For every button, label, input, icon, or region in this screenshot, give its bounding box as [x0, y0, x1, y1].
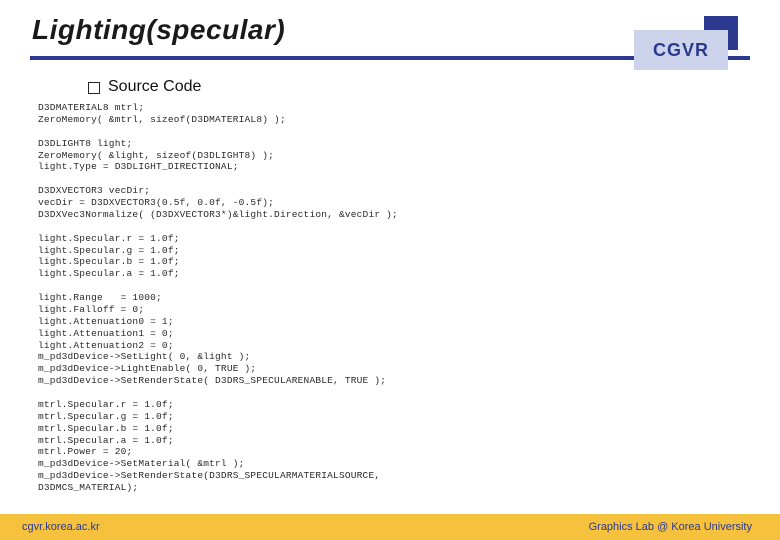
- badge-text: CGVR: [653, 40, 709, 61]
- footer-bar: cgvr.korea.ac.kr Graphics Lab @ Korea Un…: [0, 514, 780, 540]
- section-heading: Source Code: [108, 78, 780, 96]
- badge-box: CGVR: [634, 30, 728, 70]
- source-code-block: D3DMATERIAL8 mtrl; ZeroMemory( &mtrl, si…: [38, 102, 742, 494]
- footer-url: cgvr.korea.ac.kr: [22, 521, 100, 533]
- lab-badge: CGVR: [634, 16, 738, 70]
- footer-credit: Graphics Lab @ Korea University: [589, 521, 752, 533]
